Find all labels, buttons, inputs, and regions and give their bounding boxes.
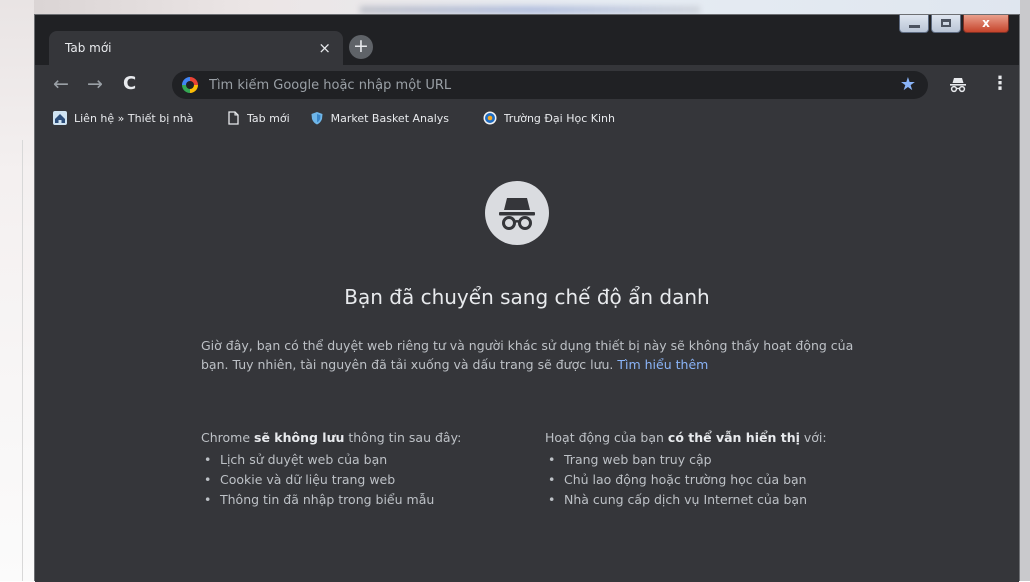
maximize-icon [941,19,951,27]
page-headline: Bạn đã chuyển sang chế độ ẩn danh [344,285,710,309]
heading-emphasis: có thể vẫn hiển thị [667,430,800,445]
not-saved-column: Chrome sẽ không lưu thông tin sau đây: L… [201,428,461,510]
background-divider [22,140,23,581]
bookmarks-bar: Liên hệ » Thiết bị nhà Tab mới Market Ba… [35,105,1019,131]
not-saved-list: Lịch sử duyệt web của bạn Cookie và dữ l… [201,450,461,510]
back-button[interactable]: ← [53,73,69,95]
google-icon [182,77,198,93]
incognito-page: Bạn đã chuyển sang chế độ ẩn danh Giờ đâ… [35,131,1019,582]
not-saved-heading: Chrome sẽ không lưu thông tin sau đây: [201,428,461,448]
minimize-button[interactable] [899,15,929,33]
list-item: Chủ lao động hoặc trường học của bạn [545,470,827,490]
tab-new-tab[interactable]: Tab mới × [49,31,343,65]
incognito-hero [485,181,549,245]
bookmark-label: Market Basket Analys [330,111,450,125]
new-tab-button[interactable]: + [349,35,373,59]
may-be-visible-heading: Hoạt động của bạn có thể vẫn hiển thị vớ… [545,428,827,448]
tab-title: Tab mới [65,41,112,55]
list-item: Lịch sử duyệt web của bạn [201,450,461,470]
toolbar: ← → C ★ ⋮ [35,65,1019,105]
home-icon [53,111,67,125]
may-be-visible-column: Hoạt động của bạn có thể vẫn hiển thị vớ… [545,428,827,510]
maximize-button[interactable] [931,15,961,33]
learn-more-link[interactable]: Tìm hiểu thêm [617,357,708,372]
reload-button[interactable]: C [123,73,136,95]
incognito-icon [499,198,535,230]
bookmark-item-market-basket[interactable]: Market Basket Analys [310,111,463,125]
bookmark-star-icon[interactable]: ★ [900,74,916,95]
heading-suffix: thông tin sau đây: [344,430,462,445]
omnibox[interactable]: ★ [172,71,928,99]
tab-close-icon[interactable]: × [318,40,331,56]
list-item: Cookie và dữ liệu trang web [201,470,461,490]
heading-prefix: Chrome [201,430,255,445]
bookmark-item-truong-dai-hoc[interactable]: Trường Đại Học Kinh [483,111,615,125]
may-be-visible-list: Trang web bạn truy cập Chủ lao động hoặc… [545,450,827,510]
bookmark-label: Liên hệ » Thiết bị nhà [74,111,194,125]
close-window-button[interactable]: x [963,15,1009,33]
minimize-icon [909,25,920,28]
list-item: Nhà cung cấp dịch vụ Internet của bạn [545,490,827,510]
bookmark-item-tab-moi[interactable]: Tab mới [226,111,290,125]
omnibox-input[interactable] [207,76,851,94]
list-item: Thông tin đã nhập trong biểu mẫu [201,490,461,510]
list-item: Trang web bạn truy cập [545,450,827,470]
close-icon: x [982,16,990,30]
window-controls: x [899,15,1009,33]
university-icon [483,111,497,125]
background-desktop [0,0,34,581]
menu-icon[interactable]: ⋮ [991,73,1009,95]
page-icon [228,111,239,125]
tab-strip: Tab mới × + x [35,15,1019,67]
heading-prefix: Hoạt động của bạn [545,430,668,445]
shield-icon [311,112,323,125]
heading-suffix: với: [799,430,827,445]
chrome-window: Tab mới × + x ← → C ★ ⋮ [34,14,1020,582]
bookmark-item-lien-he[interactable]: Liên hệ » Thiết bị nhà [53,111,206,125]
incognito-description: Giờ đây, bạn có thể duyệt web riêng tư v… [201,336,861,374]
incognito-icon[interactable] [949,77,967,93]
description-text: Giờ đây, bạn có thể duyệt web riêng tư v… [201,338,854,372]
forward-button[interactable]: → [87,73,103,95]
heading-emphasis: sẽ không lưu [254,430,345,445]
bookmark-label: Tab mới [247,111,290,125]
background-scrollbar [1020,0,1030,581]
bookmark-label: Trường Đại Học Kinh [503,111,615,125]
